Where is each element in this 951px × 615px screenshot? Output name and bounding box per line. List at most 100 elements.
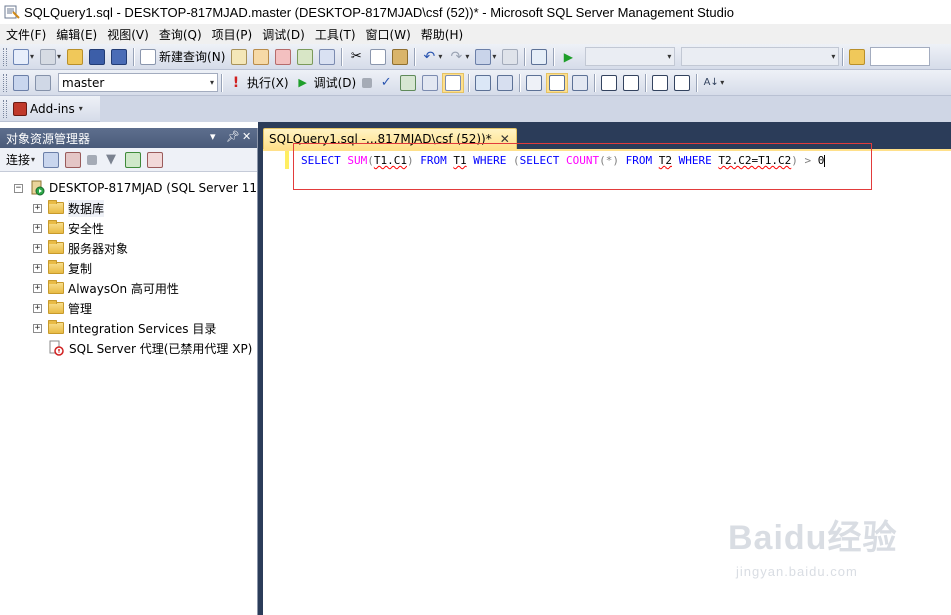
debug-button[interactable]: ▶ 调试(D) [293,73,359,93]
results-to-file-button[interactable] [570,73,590,93]
results-to-text-button[interactable] [524,73,544,93]
tree-node-replication[interactable]: + 复制 [0,258,257,278]
cancel-query-button[interactable] [360,73,374,93]
close-icon[interactable]: ✕ [242,130,251,143]
add-item-button[interactable]: ▾ [38,47,63,67]
specify-template-values-button[interactable]: A↓ ▾ [701,73,726,93]
available-databases-combo[interactable]: master ▾ [58,73,218,92]
copy-button[interactable] [368,47,388,67]
selected-database: master [62,75,105,90]
comment-out-button[interactable] [599,73,619,93]
menu-debug[interactable]: 调试(D) [258,26,309,43]
quick-find-input[interactable] [870,47,931,66]
change-connection-button[interactable] [33,73,53,93]
paste-button[interactable] [390,47,410,67]
undo-icon: ↶ [423,48,436,65]
refresh-button[interactable] [123,150,143,170]
dmx-query-button[interactable] [273,47,293,67]
execute-button[interactable]: ! 执行(X) [226,73,291,93]
menu-window[interactable]: 窗口(W) [362,26,415,43]
estimated-plan-button[interactable] [398,73,418,93]
menu-tools[interactable]: 工具(T) [311,26,360,43]
xmla-query-button[interactable] [295,47,315,67]
filter-button[interactable]: ▼ [101,150,121,170]
decrease-indent-button[interactable] [650,73,670,93]
cut-button[interactable]: ✂ [346,47,366,67]
solution-config-combo[interactable]: ▾ [585,47,676,66]
query-options-button[interactable] [420,73,440,93]
addins-button[interactable]: Add-ins [11,99,77,119]
expand-icon[interactable]: + [33,323,42,333]
toolbar-grip[interactable] [3,47,7,66]
parse-button[interactable]: ✓ [376,73,396,93]
open-file-button[interactable] [65,47,85,67]
toolbar-grip[interactable] [3,99,7,118]
intellisense-button[interactable] [442,72,465,93]
actual-plan-icon [475,74,492,91]
menu-view[interactable]: 视图(V) [103,26,153,43]
tree-node-integration-services[interactable]: + Integration Services 目录 [0,318,257,338]
tree-node-databases[interactable]: + 数据库 [0,198,257,218]
client-statistics-button[interactable] [495,73,515,93]
results-to-grid-button[interactable] [546,72,569,93]
window-position-dropdown-icon[interactable]: ▾ [210,130,216,143]
save-icon [89,48,106,65]
tree-node-security[interactable]: + 安全性 [0,218,257,238]
uncomment-button[interactable] [621,73,641,93]
save-button[interactable] [87,47,107,67]
tree-node-alwayson[interactable]: + AlwaysOn 高可用性 [0,278,257,298]
find-in-files-button[interactable] [847,47,867,67]
collapse-icon[interactable]: − [14,183,23,193]
analysis-query-button[interactable] [251,47,271,67]
xmla-query-icon [297,48,314,65]
menu-project[interactable]: 项目(P) [208,26,257,43]
standard-toolbar: ▾ ▾ 新建查询(N) ✂ ↶ ▾ ↷ ▾ ▾ ▶ ▾ ▾ [0,44,951,70]
activity-monitor-oe-button[interactable] [145,150,165,170]
undo-button[interactable]: ↶ ▾ [419,47,444,67]
expand-icon[interactable]: + [33,203,42,213]
find-combo[interactable]: ▾ [681,47,840,66]
tree-node-label: AlwaysOn 高可用性 [68,281,179,296]
activity-monitor-button[interactable] [529,47,549,67]
disconnect-button[interactable] [63,150,83,170]
watermark-site: jingyan.baidu.com [736,564,858,579]
disconnect-icon [65,151,82,168]
menu-file[interactable]: 文件(F) [2,26,50,43]
increase-indent-button[interactable] [672,73,692,93]
expand-icon[interactable]: + [33,303,42,313]
save-all-button[interactable] [109,47,129,67]
stop-button[interactable] [85,150,99,170]
sqlce-query-button[interactable] [317,47,337,67]
start-debug-button[interactable]: ▶ [558,47,578,67]
menu-edit[interactable]: 编辑(E) [52,26,101,43]
auto-hide-pin-icon[interactable]: 📌︎ [226,130,240,143]
expand-icon[interactable]: + [33,283,42,293]
expand-icon[interactable]: + [33,243,42,253]
database-engine-query-button[interactable] [229,47,249,67]
tree-node-management[interactable]: + 管理 [0,298,257,318]
tree-server-node[interactable]: − DESKTOP-817MJAD (SQL Server 11 [0,178,257,198]
connect-dropdown[interactable]: 连接 ▾ [6,151,35,168]
connect-explorer-button[interactable] [41,150,61,170]
new-query-button[interactable]: 新建查询(N) [138,47,227,67]
connect-label: 连接 [6,153,31,167]
tree-node-label: 复制 [68,261,93,276]
menu-query[interactable]: 查询(Q) [155,26,206,43]
include-actual-plan-button[interactable] [473,73,493,93]
increase-indent-icon [674,74,691,91]
new-project-button[interactable]: ▾ [11,47,36,67]
expand-icon[interactable]: + [33,263,42,273]
server-icon [29,180,45,196]
toolbar-grip[interactable] [3,73,7,92]
menu-help[interactable]: 帮助(H) [417,26,467,43]
navigate-backward-button[interactable]: ▾ [473,47,498,67]
expand-icon[interactable]: + [33,223,42,233]
redo-button[interactable]: ↷ ▾ [446,47,471,67]
toolbar-separator [553,47,555,66]
toolbar-area: ▾ ▾ 新建查询(N) ✂ ↶ ▾ ↷ ▾ ▾ ▶ ▾ ▾ master ▾ !… [0,44,951,122]
tree-node-server-objects[interactable]: + 服务器对象 [0,238,257,258]
connect-button[interactable] [11,73,31,93]
toolbar-overflow-icon[interactable]: ▾ [79,104,83,113]
tree-node-sql-agent[interactable]: SQL Server 代理(已禁用代理 XP) [0,338,257,358]
navigate-forward-button[interactable] [500,47,520,67]
